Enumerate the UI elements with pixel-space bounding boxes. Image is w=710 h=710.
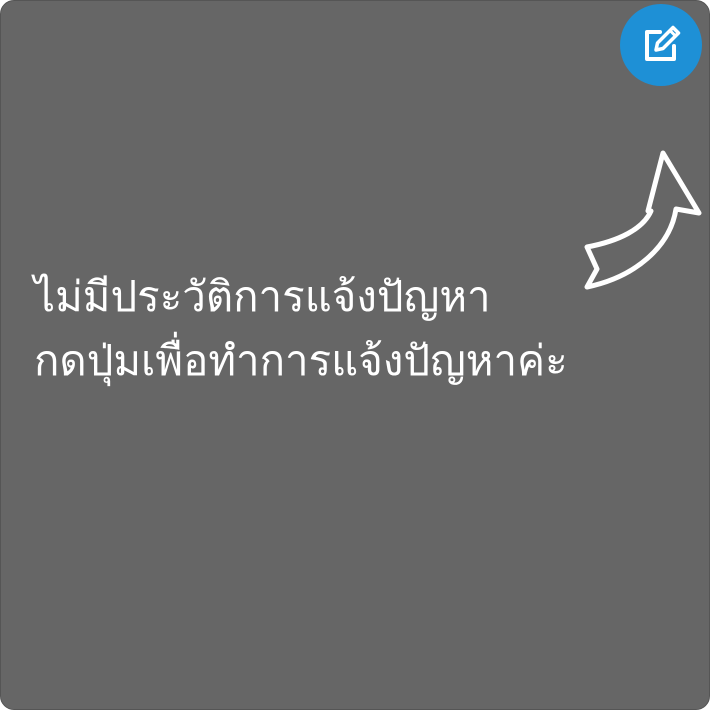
report-issue-button[interactable] [620,4,702,86]
edit-icon [645,25,681,61]
no-history-text: ไม่มีประวัติการแจ้งปัญหา [34,272,491,321]
empty-state-message: ไม่มีประวัติการแจ้งปัญหา กดปุ่มเพื่อทำกา… [34,265,694,393]
empty-state-panel: ไม่มีประวัติการแจ้งปัญหา กดปุ่มเพื่อทำกา… [0,0,710,710]
instruction-text: กดปุ่มเพื่อทำการแจ้งปัญหาค่ะ [34,336,568,385]
